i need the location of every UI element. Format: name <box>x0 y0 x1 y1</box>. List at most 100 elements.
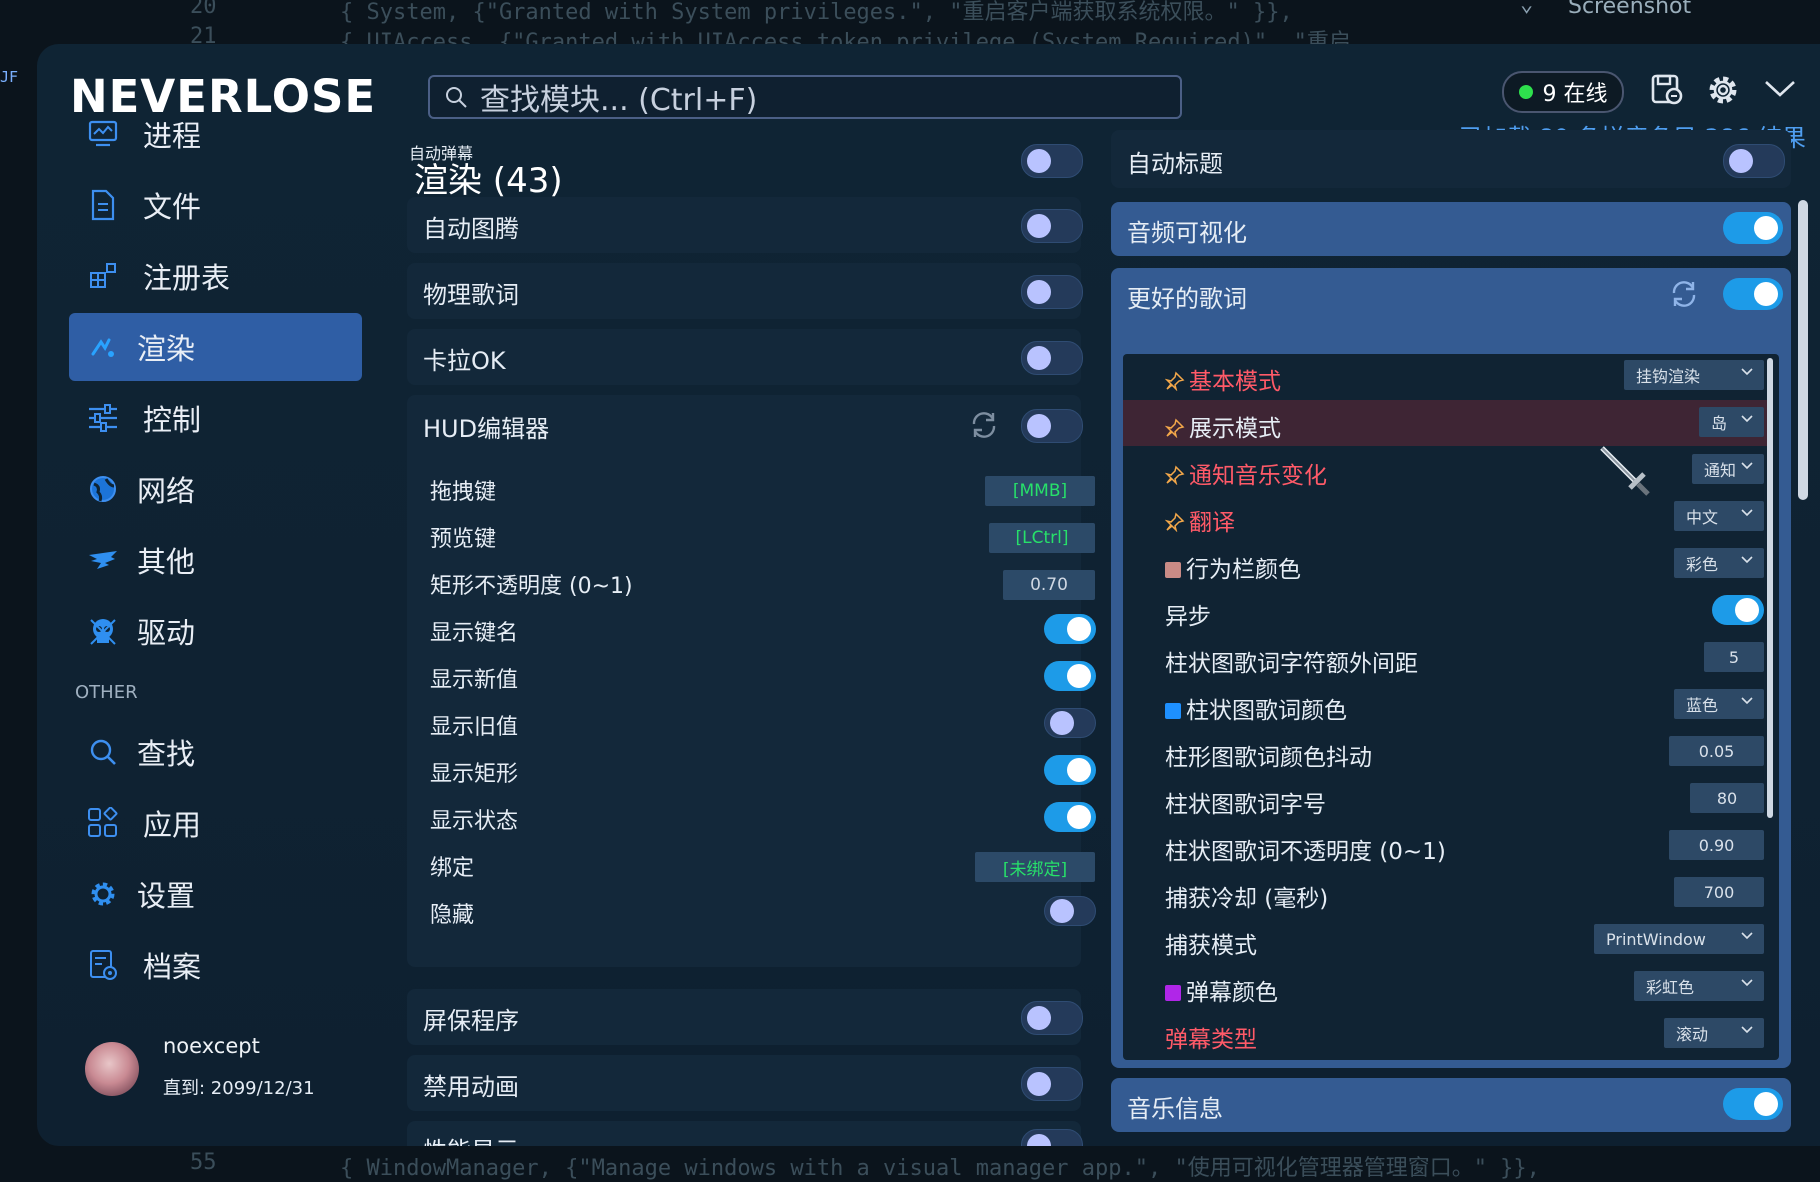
sidebar-item-find[interactable]: 查找 <box>69 718 362 786</box>
app-window: NEVERLOSE 进程 文件 注册表 渲染 控制 网络 其他 驱动 OTHER… <box>37 44 1820 1146</box>
dropdown-danmaku-color[interactable]: 彩虹色 <box>1634 971 1764 1001</box>
setting-basic-mode: 基本模式 <box>1165 362 1281 396</box>
sidebar-item-label: 渲染 <box>137 332 196 366</box>
section-title: 渲染 (43) <box>414 161 563 201</box>
online-count-badge: 9 在线 <box>1502 71 1624 113</box>
toggle-show-state[interactable] <box>1044 802 1096 832</box>
pin-icon[interactable] <box>1165 465 1185 485</box>
sidebar-item-label: 应用 <box>143 808 202 842</box>
sidebar-item-render[interactable]: 渲染 <box>69 313 362 381</box>
screenshot-tab[interactable]: Screenshot <box>1568 0 1691 19</box>
save-config-icon[interactable] <box>1649 72 1685 112</box>
toggle-hud-editor[interactable] <box>1021 409 1083 443</box>
chevron-down-icon <box>1741 1026 1753 1034</box>
chevron-down-icon <box>1741 509 1753 517</box>
toggle-show-rect[interactable] <box>1044 755 1096 785</box>
sidebar-item-label: 注册表 <box>143 261 231 295</box>
sidebar-item-network[interactable]: 网络 <box>69 455 362 523</box>
sidebar-item-label: 控制 <box>143 403 202 437</box>
toggle-hide[interactable] <box>1044 896 1096 926</box>
sidebar-item-control[interactable]: 控制 <box>69 384 362 452</box>
input-bar-lyric-spacing[interactable]: 5 <box>1704 642 1764 672</box>
toggle-audio-visualizer[interactable] <box>1723 212 1783 244</box>
dropdown-translate[interactable]: 中文 <box>1674 501 1764 531</box>
gear-icon[interactable] <box>1705 72 1741 112</box>
sidebar-item-profile[interactable]: 档案 <box>69 931 362 999</box>
sidebar-item-label: 其他 <box>137 545 196 579</box>
toggle-music-info[interactable] <box>1723 1088 1783 1120</box>
setting-danmaku-type: 弹幕类型 <box>1165 1027 1257 1053</box>
search-input[interactable]: 查找模块... (Ctrl+F) <box>428 75 1182 119</box>
dropdown-bar-lyric-color[interactable]: 蓝色 <box>1674 689 1764 719</box>
color-swatch[interactable] <box>1165 562 1181 578</box>
dropdown-basic-mode[interactable]: 挂钩渲染 <box>1624 360 1764 390</box>
sidebar-item-registry[interactable]: 注册表 <box>69 242 362 310</box>
setting-notify-music-change: 通知音乐变化 <box>1165 456 1327 490</box>
sidebar-item-driver[interactable]: 驱动 <box>69 597 362 665</box>
pin-icon[interactable] <box>1165 418 1185 438</box>
row-karaoke: 卡拉OK <box>407 329 1083 385</box>
profile-icon <box>83 945 123 985</box>
globe-icon <box>83 469 123 509</box>
row-screensaver: 屏保程序 <box>407 989 1083 1045</box>
sidebar-item-settings[interactable]: 设置 <box>69 860 362 928</box>
sidebar-item-label: 网络 <box>137 474 196 508</box>
apps-icon <box>83 803 123 843</box>
input-bar-color-jitter[interactable]: 0.05 <box>1669 736 1764 766</box>
row-disable-animation: 禁用动画 <box>407 1055 1083 1111</box>
avatar[interactable] <box>85 1042 139 1096</box>
gear-icon <box>83 874 123 914</box>
toggle-perf-display[interactable] <box>1021 1129 1083 1146</box>
pin-icon[interactable] <box>1165 512 1185 532</box>
toggle-show-old-value[interactable] <box>1044 708 1096 738</box>
sidebar-item-other[interactable]: 其他 <box>69 526 362 594</box>
bind-key-binding[interactable]: [未绑定] <box>975 852 1095 882</box>
drag-key-binding[interactable]: [MMB] <box>985 476 1095 506</box>
setting-capture-mode: 捕获模式 <box>1165 933 1257 959</box>
toggle-better-lyrics[interactable] <box>1723 278 1783 310</box>
refresh-icon[interactable] <box>969 410 999 444</box>
refresh-icon[interactable] <box>1669 279 1699 313</box>
row-music-info: 音乐信息 <box>1111 1078 1791 1132</box>
toggle-disable-animation[interactable] <box>1021 1067 1083 1101</box>
dropdown-danmaku-type[interactable]: 滚动 <box>1664 1018 1764 1048</box>
toggle-karaoke[interactable] <box>1021 341 1083 375</box>
dropdown-capture-mode[interactable]: PrintWindow <box>1594 924 1764 954</box>
color-swatch[interactable] <box>1165 703 1181 719</box>
user-expiry: 直到: 2099/12/31 <box>163 1078 315 1099</box>
input-bar-opacity[interactable]: 0.90 <box>1669 830 1764 860</box>
online-count: 9 在线 <box>1542 82 1608 107</box>
color-swatch[interactable] <box>1165 985 1181 1001</box>
render-icon <box>83 327 123 367</box>
sidebar-item-label: 档案 <box>143 950 202 984</box>
toggle-screensaver[interactable] <box>1021 1001 1083 1035</box>
setting-async: 异步 <box>1165 604 1211 630</box>
input-bar-font-size[interactable]: 80 <box>1690 783 1764 813</box>
toggle-show-key-name[interactable] <box>1044 614 1096 644</box>
input-capture-cooldown[interactable]: 700 <box>1674 877 1764 907</box>
rect-opacity-input[interactable]: 0.70 <box>1003 570 1095 600</box>
main-scrollbar-thumb[interactable] <box>1798 200 1808 500</box>
sidebar-item-file[interactable]: 文件 <box>69 171 362 239</box>
dropdown-bar-color[interactable]: 彩色 <box>1674 548 1764 578</box>
scrollbar-thumb[interactable] <box>1767 358 1773 818</box>
chevron-down-icon <box>1741 932 1753 940</box>
wing-icon <box>83 540 123 580</box>
toggle-auto-totem[interactable] <box>1021 209 1083 243</box>
toggle-show-new-value[interactable] <box>1044 661 1096 691</box>
pin-icon[interactable] <box>1165 371 1185 391</box>
setting-danmaku-color: 弹幕颜色 <box>1165 973 1278 1007</box>
dropdown-notify-music-change[interactable]: 通知 <box>1692 454 1764 484</box>
search-icon <box>83 732 123 772</box>
toggle-physics-lyrics[interactable] <box>1021 275 1083 309</box>
toggle-async[interactable] <box>1712 595 1764 625</box>
dropdown-display-mode[interactable]: 岛 <box>1699 407 1764 437</box>
preview-key-binding[interactable]: [LCtrl] <box>989 523 1095 553</box>
sidebar-item-apps[interactable]: 应用 <box>69 789 362 857</box>
toggle-auto-title[interactable] <box>1723 144 1785 178</box>
setting-translate: 翻译 <box>1165 503 1235 537</box>
chevron-down-icon[interactable] <box>1763 78 1797 104</box>
sidebar-item-process[interactable]: 进程 <box>69 100 362 168</box>
toggle-auto-danmaku[interactable] <box>1021 144 1083 178</box>
sliders-icon <box>83 398 123 438</box>
